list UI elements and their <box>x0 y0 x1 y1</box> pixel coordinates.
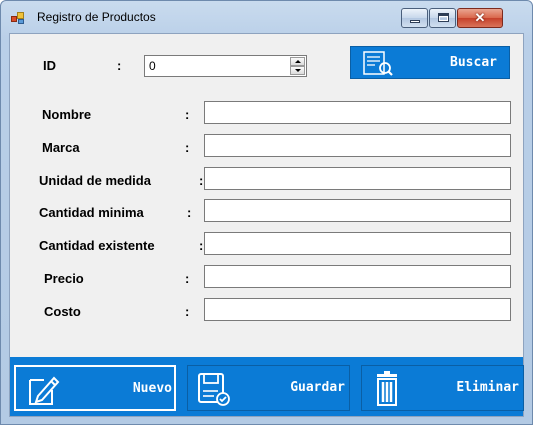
cantidad-existente-input[interactable] <box>204 232 511 255</box>
save-button-label: Guardar <box>290 380 345 395</box>
maximize-icon <box>438 13 449 22</box>
field-label-costo: Costo <box>44 304 81 319</box>
unidad-de-medida-input[interactable] <box>204 167 511 190</box>
id-colon: : <box>117 58 122 73</box>
trash-icon <box>377 371 397 406</box>
field-colon: : <box>187 205 192 220</box>
close-icon: ✕ <box>474 10 486 25</box>
cantidad-minima-input[interactable] <box>204 199 511 222</box>
field-colon: : <box>185 140 190 155</box>
field-label-cantidad-existente: Cantidad existente <box>39 238 155 253</box>
app-icon <box>11 12 27 24</box>
title-bar[interactable]: Registro de Productos ✕ <box>1 1 532 33</box>
search-document-icon <box>363 51 393 76</box>
field-label-cantidad-minima: Cantidad minima <box>39 205 144 220</box>
minimize-icon <box>410 20 420 23</box>
field-label-precio: Precio <box>44 271 84 286</box>
field-label-unidad-de-medida: Unidad de medida <box>39 173 151 188</box>
window-title: Registro de Productos <box>37 10 156 24</box>
field-label-marca: Marca <box>42 140 80 155</box>
id-label: ID <box>43 58 56 73</box>
new-button-label: Nuevo <box>132 381 172 396</box>
marca-input[interactable] <box>204 134 511 157</box>
delete-button[interactable]: Eliminar <box>361 365 524 411</box>
field-colon: : <box>185 271 190 286</box>
field-colon: : <box>199 173 204 188</box>
spin-up-icon[interactable] <box>290 57 305 66</box>
spin-down-icon[interactable] <box>290 66 305 75</box>
search-button-label: Buscar <box>450 55 497 70</box>
minimize-button[interactable] <box>401 8 428 28</box>
field-label-nombre: Nombre <box>42 107 92 122</box>
costo-input[interactable] <box>204 298 511 321</box>
close-button[interactable]: ✕ <box>457 8 503 28</box>
maximize-button[interactable] <box>429 8 456 28</box>
save-button[interactable]: Guardar <box>187 365 350 411</box>
precio-input[interactable] <box>204 265 511 288</box>
save-disk-icon <box>198 373 230 406</box>
main-window: Registro de Productos ✕ ID : 0 Buscar No… <box>0 0 533 425</box>
id-spinner[interactable] <box>290 57 305 75</box>
form-client-area: ID : 0 Buscar Nombre : Marca : Unidad de… <box>9 33 524 417</box>
field-colon: : <box>185 107 190 122</box>
id-value: 0 <box>149 59 156 73</box>
new-button[interactable]: Nuevo <box>14 365 176 411</box>
delete-button-label: Eliminar <box>456 380 519 395</box>
search-button[interactable]: Buscar <box>350 46 510 79</box>
field-colon: : <box>185 304 190 319</box>
id-numeric-input[interactable]: 0 <box>144 55 307 77</box>
edit-document-icon <box>29 376 60 405</box>
nombre-input[interactable] <box>204 101 511 124</box>
field-colon: : <box>199 238 204 253</box>
